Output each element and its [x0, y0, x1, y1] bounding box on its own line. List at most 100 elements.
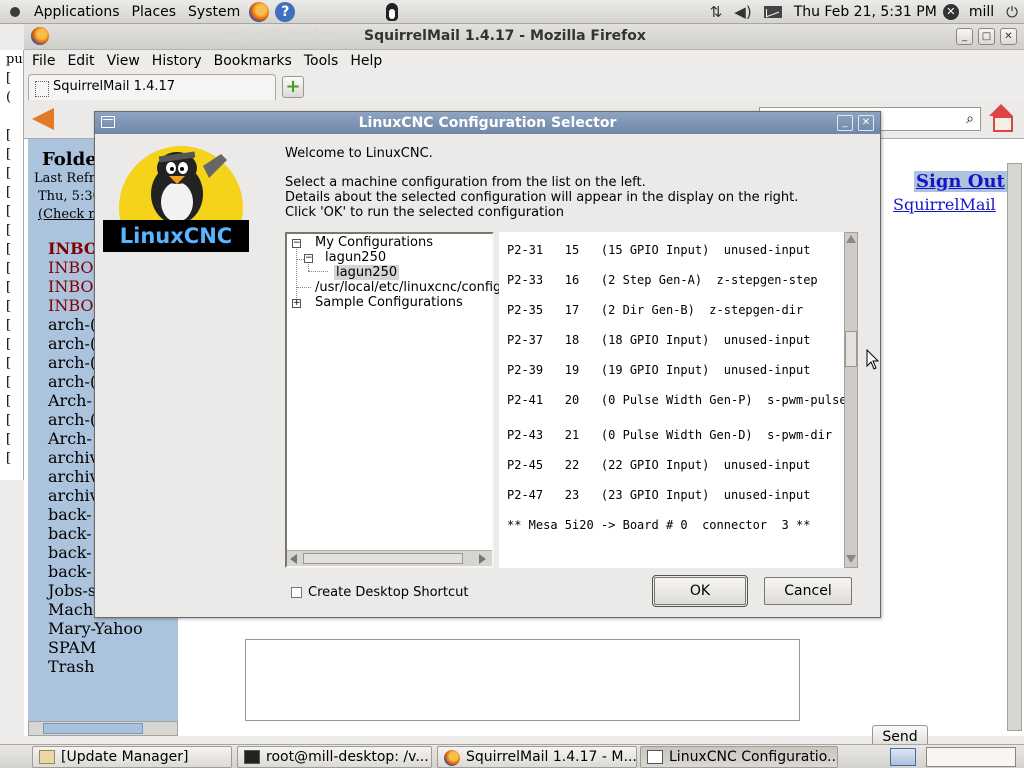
- scrollbar-thumb[interactable]: [43, 723, 143, 734]
- tree-sample-configurations[interactable]: Sample Configurations: [315, 295, 463, 310]
- ok-button[interactable]: OK: [652, 575, 748, 607]
- menu-bookmarks[interactable]: Bookmarks: [214, 53, 292, 69]
- strip-line: [: [6, 71, 12, 86]
- firefox-menubar: File Edit View History Bookmarks Tools H…: [24, 50, 1024, 72]
- network-icon[interactable]: ⇅: [710, 3, 723, 21]
- collapse-icon[interactable]: −: [292, 239, 301, 248]
- tux-icon[interactable]: [382, 1, 402, 23]
- tree-my-configurations[interactable]: My Configurations: [315, 235, 433, 250]
- volume-icon[interactable]: ◀): [734, 3, 751, 21]
- tree-lagun250-folder[interactable]: lagun250: [325, 250, 386, 265]
- menu-file[interactable]: File: [32, 53, 55, 69]
- instruction-line: Click 'OK' to run the selected configura…: [285, 205, 564, 220]
- maximize-icon[interactable]: □: [978, 28, 995, 45]
- ghost-window-title: root@mill-desktop: /: [204, 28, 365, 44]
- clock[interactable]: Thu Feb 21, 5:31 PM: [788, 4, 943, 20]
- strip-line: [: [6, 204, 12, 219]
- task-firefox[interactable]: SquirrelMail 1.4.17 - M...: [437, 746, 637, 768]
- show-desktop-icon[interactable]: [890, 748, 916, 766]
- menu-view[interactable]: View: [107, 53, 140, 69]
- back-arrow-icon[interactable]: [32, 108, 54, 130]
- details-vertical-scrollbar[interactable]: [844, 232, 858, 568]
- squirrelmail-link[interactable]: SquirrelMail: [893, 195, 996, 214]
- firefox-launcher-icon[interactable]: [249, 1, 270, 22]
- create-shortcut-checkbox[interactable]: [291, 587, 302, 598]
- expand-icon[interactable]: +: [292, 299, 301, 308]
- task-terminal[interactable]: root@mill-desktop: /v...: [237, 746, 432, 768]
- folder-item[interactable]: Trash: [48, 657, 143, 676]
- check-mail-link[interactable]: (Check m: [38, 207, 101, 222]
- last-refresh-time: Thu, 5:30: [38, 189, 101, 204]
- scroll-left-icon[interactable]: [290, 554, 297, 564]
- tree-line: [308, 271, 328, 272]
- dialog-titlebar[interactable]: LinuxCNC Configuration Selector _ ✕: [95, 112, 880, 134]
- folder-pane-scrollbar[interactable]: [28, 721, 178, 736]
- user-name[interactable]: mill: [963, 4, 1000, 20]
- tree-horizontal-scrollbar[interactable]: [287, 550, 492, 566]
- details-line: P2-35 17 (2 Dir Gen-B) z-stepgen-dir: [507, 303, 804, 317]
- strip-line: [: [6, 337, 12, 352]
- strip-line: (: [6, 90, 12, 105]
- tux-penguin-icon: [119, 146, 243, 270]
- workspace-switcher[interactable]: [926, 747, 1016, 767]
- terminal-icon: [244, 750, 260, 764]
- home-icon[interactable]: [988, 104, 1014, 132]
- menu-applications[interactable]: Applications: [28, 4, 126, 20]
- collapse-icon[interactable]: −: [304, 254, 313, 263]
- folder-item[interactable]: SPAM: [48, 638, 143, 657]
- strip-line: [: [6, 185, 12, 200]
- strip-line: [: [6, 413, 12, 428]
- strip-line: [: [6, 147, 12, 162]
- mail-envelope-icon[interactable]: [763, 5, 782, 18]
- close-icon[interactable]: ✕: [1000, 28, 1017, 45]
- scroll-right-icon[interactable]: [479, 554, 486, 564]
- scroll-up-icon[interactable]: [846, 235, 856, 243]
- bottom-taskbar: [Update Manager] root@mill-desktop: /v..…: [0, 744, 1024, 768]
- instruction-line: Details about the selected configuration…: [285, 190, 799, 205]
- config-tree[interactable]: − My Configurations − lagun250 lagun250 …: [285, 232, 501, 568]
- power-icon[interactable]: ⏻: [1006, 3, 1018, 21]
- close-icon[interactable]: ✕: [858, 115, 874, 131]
- scrollbar-thumb[interactable]: [303, 553, 463, 564]
- task-label: SquirrelMail 1.4.17 - M...: [466, 749, 637, 765]
- page-vertical-scrollbar[interactable]: [1007, 163, 1022, 731]
- message-body-textarea[interactable]: [245, 639, 800, 721]
- minimize-icon[interactable]: _: [837, 115, 853, 131]
- firefox-tabbar: SquirrelMail 1.4.17 +: [24, 74, 1024, 100]
- menu-edit[interactable]: Edit: [67, 53, 94, 69]
- menu-system[interactable]: System: [182, 4, 246, 20]
- cancel-button[interactable]: Cancel: [764, 577, 852, 605]
- search-icon[interactable]: ⌕: [966, 111, 974, 127]
- task-linuxcnc[interactable]: LinuxCNC Configuratio...: [640, 746, 838, 768]
- menu-places[interactable]: Places: [126, 4, 183, 20]
- task-label: LinuxCNC Configuratio...: [669, 749, 838, 765]
- details-line: P2-39 19 (19 GPIO Input) unused-input: [507, 363, 811, 377]
- tree-line: [297, 259, 304, 260]
- menu-help[interactable]: Help: [350, 53, 382, 69]
- create-shortcut-label: Create Desktop Shortcut: [308, 585, 469, 600]
- config-details-text[interactable]: P2-31 15 (15 GPIO Input) unused-input P2-…: [499, 232, 847, 568]
- gnome-foot-icon[interactable]: [6, 3, 24, 21]
- tree-system-path[interactable]: /usr/local/etc/linuxcnc/config: [315, 280, 501, 295]
- strip-line: [: [6, 242, 12, 257]
- tree-line: [296, 249, 297, 300]
- help-icon[interactable]: ?: [275, 1, 296, 22]
- menu-history[interactable]: History: [152, 53, 202, 69]
- scrollbar-thumb[interactable]: [845, 331, 857, 367]
- strip-line: [: [6, 299, 12, 314]
- sign-out-link[interactable]: Sign Out: [914, 171, 1007, 192]
- minimize-icon[interactable]: _: [956, 28, 973, 45]
- scroll-down-icon[interactable]: [846, 555, 856, 563]
- details-line: P2-37 18 (18 GPIO Input) unused-input: [507, 333, 811, 347]
- create-shortcut-option[interactable]: Create Desktop Shortcut: [291, 585, 468, 600]
- folder-item[interactable]: Mary-Yahoo: [48, 619, 143, 638]
- new-tab-button[interactable]: +: [282, 76, 304, 98]
- strip-line: [: [6, 432, 12, 447]
- tab-squirrelmail[interactable]: SquirrelMail 1.4.17: [28, 74, 276, 100]
- task-update-manager[interactable]: [Update Manager]: [32, 746, 232, 768]
- top-panel: Applications Places System ? ⇅ ◀) Thu Fe…: [0, 0, 1024, 24]
- tree-lagun250-selected[interactable]: lagun250: [334, 265, 400, 280]
- menu-tools[interactable]: Tools: [304, 53, 339, 69]
- strip-line: [: [6, 318, 12, 333]
- firefox-titlebar[interactable]: root@mill-desktop: / SquirrelMail 1.4.17…: [24, 24, 1024, 50]
